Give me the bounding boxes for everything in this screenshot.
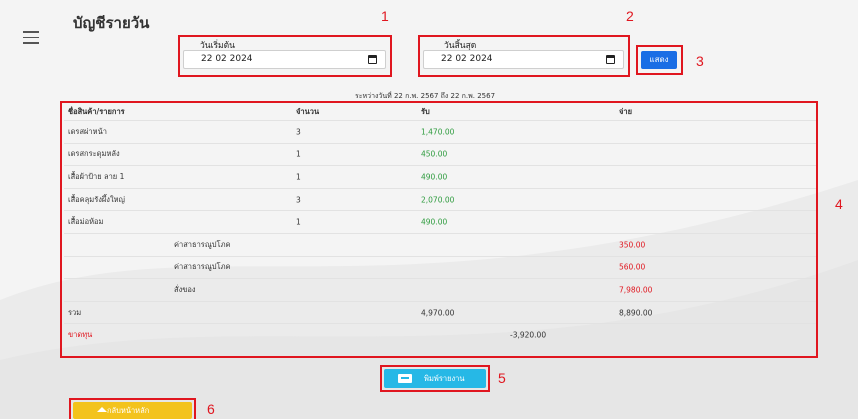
total-row: รวม 4,970.00 8,890.00 bbox=[64, 300, 816, 324]
column-header-paid: จ่าย bbox=[619, 107, 633, 116]
expense-paid: 560.00 bbox=[619, 262, 646, 272]
start-date-value: 22 02 2024 bbox=[201, 54, 253, 64]
table-row: สั่งของ 7,980.00 bbox=[64, 278, 816, 301]
table-row: เสื้อม่อห้อม 1 490.00 bbox=[64, 210, 816, 233]
table-row: เดรสผ่าหน้า 3 1,470.00 bbox=[64, 120, 816, 143]
table-row: เดรสกระดุมหลัง 1 450.00 bbox=[64, 142, 816, 166]
annotation-number-1: 1 bbox=[381, 8, 389, 24]
column-header-qty: จำนวน bbox=[296, 107, 320, 116]
print-report-label: พิมพ์รายงาน bbox=[424, 374, 465, 383]
table-row: ค่าสาธารณูปโภค 560.00 bbox=[64, 255, 816, 279]
item-name: เดรสกระดุมหลัง bbox=[68, 149, 120, 159]
item-name: เสื้อคลุมรังผึ้งใหญ่ bbox=[68, 194, 125, 204]
item-name: เสื้อม่อห้อม bbox=[68, 217, 104, 227]
expense-name: ค่าสาธารณูปโภค bbox=[174, 239, 231, 249]
annotation-number-5: 5 bbox=[498, 370, 506, 386]
expense-paid: 7,980.00 bbox=[619, 285, 653, 295]
expense-name: สั่งของ bbox=[174, 284, 196, 294]
annotation-number-6: 6 bbox=[207, 401, 215, 417]
net-row: ขาดทุน -3,920.00 bbox=[64, 323, 816, 346]
expense-paid: 350.00 bbox=[619, 240, 646, 250]
table-row: เสื้อคลุมรังผึ้งใหญ่ 3 2,070.00 bbox=[64, 187, 816, 211]
item-qty: 1 bbox=[296, 217, 301, 227]
item-qty: 1 bbox=[296, 172, 301, 182]
back-to-home-label: กลับหน้าหลัก bbox=[107, 406, 150, 415]
net-label: ขาดทุน bbox=[68, 330, 93, 340]
net-value: -3,920.00 bbox=[510, 330, 547, 340]
annotation-number-3: 3 bbox=[696, 53, 704, 69]
total-label: รวม bbox=[68, 307, 82, 317]
home-icon bbox=[97, 407, 107, 412]
item-qty: 3 bbox=[296, 195, 301, 205]
page-title: บัญชีรายวัน bbox=[73, 14, 150, 32]
annotation-number-2: 2 bbox=[626, 8, 634, 24]
total-paid: 8,890.00 bbox=[619, 308, 653, 318]
calendar-icon[interactable] bbox=[606, 55, 615, 64]
table-row: เสื้อผ้าป้าย ลาย 1 1 490.00 bbox=[64, 165, 816, 188]
show-button[interactable]: แสดง bbox=[641, 51, 677, 69]
print-icon bbox=[398, 374, 412, 383]
item-received: 490.00 bbox=[421, 217, 448, 227]
item-qty: 3 bbox=[296, 127, 301, 137]
item-received: 2,070.00 bbox=[421, 195, 455, 205]
column-header-name: ชื่อสินค้า/รายการ bbox=[68, 107, 125, 116]
annotation-number-4: 4 bbox=[835, 196, 843, 212]
total-received: 4,970.00 bbox=[421, 308, 455, 318]
back-to-home-button[interactable]: กลับหน้าหลัก bbox=[73, 402, 192, 419]
item-received: 450.00 bbox=[421, 149, 448, 159]
table-header-row: ชื่อสินค้า/รายการ จำนวน รับ จ่าย bbox=[64, 104, 816, 120]
item-name: เสื้อผ้าป้าย ลาย 1 bbox=[68, 171, 125, 181]
print-report-button[interactable]: พิมพ์รายงาน bbox=[384, 369, 486, 388]
item-qty: 1 bbox=[296, 149, 301, 159]
end-date-value: 22 02 2024 bbox=[441, 54, 493, 64]
hamburger-menu-icon[interactable] bbox=[23, 31, 39, 44]
column-header-received: รับ bbox=[421, 107, 430, 116]
expense-name: ค่าสาธารณูปโภค bbox=[174, 262, 231, 272]
item-received: 490.00 bbox=[421, 172, 448, 182]
item-name: เดรสผ่าหน้า bbox=[68, 126, 107, 136]
item-received: 1,470.00 bbox=[421, 127, 455, 137]
calendar-icon[interactable] bbox=[368, 55, 377, 64]
end-date-input[interactable]: 22 02 2024 bbox=[423, 50, 624, 69]
table-row: ค่าสาธารณูปโภค 350.00 bbox=[64, 232, 816, 256]
daily-account-table: ชื่อสินค้า/รายการ จำนวน รับ จ่าย เดรสผ่า… bbox=[64, 104, 816, 346]
start-date-input[interactable]: 22 02 2024 bbox=[183, 50, 386, 69]
